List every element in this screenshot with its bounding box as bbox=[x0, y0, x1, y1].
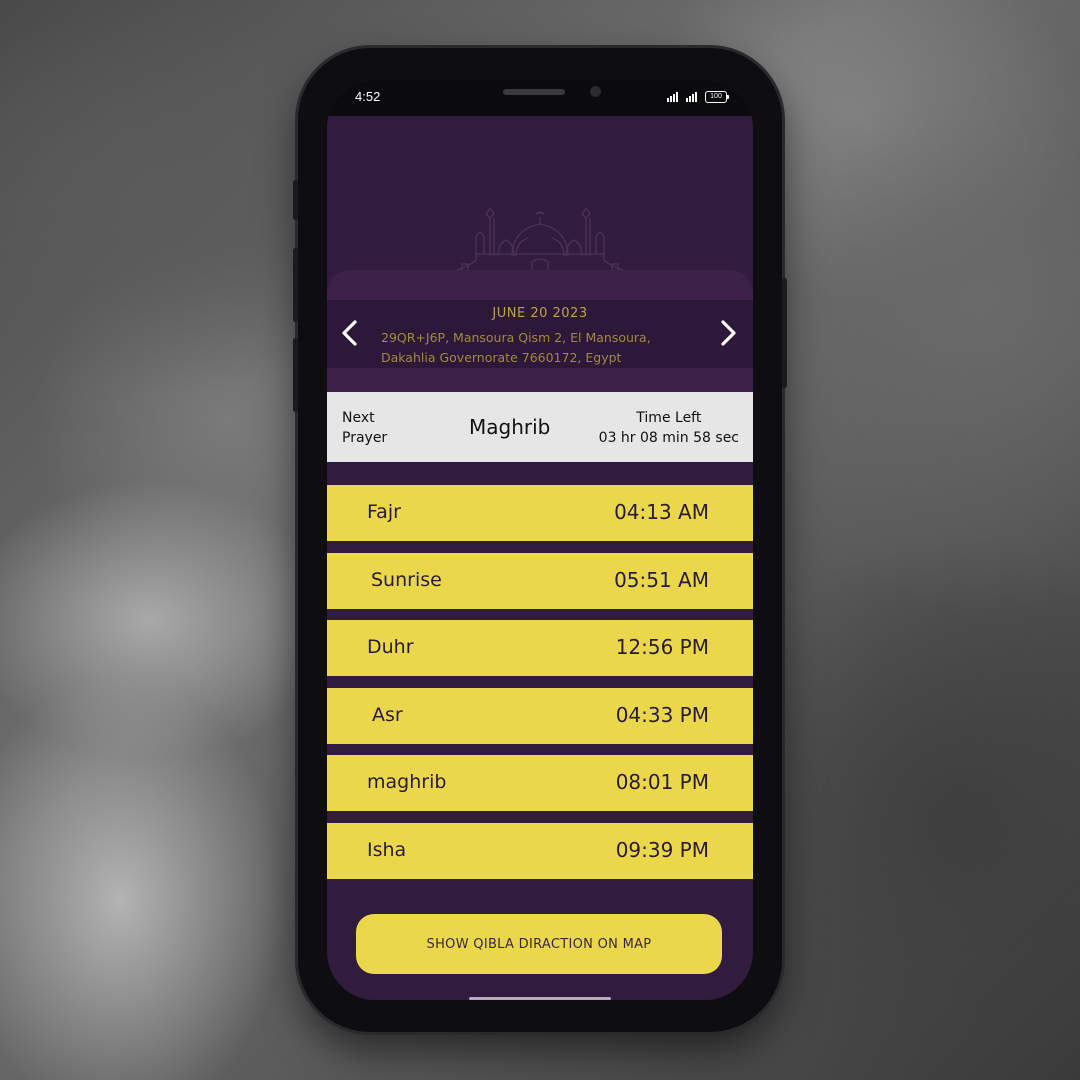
next-prayer-label: Next Prayer bbox=[342, 408, 387, 448]
mosque-icon bbox=[432, 206, 648, 275]
time-left-label: Time Left bbox=[636, 410, 702, 426]
prayer-time: 04:33 PM bbox=[615, 702, 709, 727]
prayer-name: Fajr bbox=[367, 501, 401, 523]
prayer-time: 09:39 PM bbox=[615, 837, 709, 862]
prayer-row-asr[interactable]: Asr 04:33 PM bbox=[327, 687, 753, 744]
hero-header bbox=[327, 116, 753, 276]
show-qibla-button[interactable]: SHOW QIBLA DIRACTION ON MAP bbox=[356, 914, 722, 974]
address-line-1: 29QR+J6P, Mansoura Qism 2, El Mansoura, bbox=[381, 330, 651, 345]
address-line-2: Dakahlia Governorate 7660172, Egypt bbox=[381, 350, 622, 365]
time-left: Time Left 03 hr 08 min 58 sec bbox=[599, 408, 739, 448]
app-screen: 4:52 100 JUNE 20 2023 29QR+J6P, Mansoura… bbox=[327, 80, 753, 1000]
mute-switch bbox=[293, 180, 298, 220]
speaker-grille bbox=[503, 89, 565, 95]
date-label: JUNE 20 2023 bbox=[492, 306, 588, 321]
prayer-name: Duhr bbox=[367, 636, 414, 659]
prayer-name: maghrib bbox=[367, 771, 447, 794]
prayer-name: Sunrise bbox=[371, 568, 442, 591]
next-prayer-name: Maghrib bbox=[469, 415, 551, 439]
chevron-right-icon[interactable] bbox=[715, 318, 741, 348]
prayer-row-fajr[interactable]: Fajr 04:13 AM bbox=[327, 485, 753, 541]
battery-icon: 100 bbox=[705, 91, 729, 103]
prayer-time: 12:56 PM bbox=[615, 635, 709, 660]
prayer-times-list: Fajr 04:13 AM Sunrise 05:51 AM Duhr 12:5… bbox=[327, 485, 753, 891]
next-prayer-banner: Next Prayer Maghrib Time Left 03 hr 08 m… bbox=[327, 392, 753, 462]
prayer-row-maghrib[interactable]: maghrib 08:01 PM bbox=[327, 755, 753, 812]
location-panel: JUNE 20 2023 29QR+J6P, Mansoura Qism 2, … bbox=[327, 270, 753, 392]
front-camera bbox=[590, 86, 601, 97]
status-icons: 100 bbox=[667, 90, 729, 104]
prayer-time: 08:01 PM bbox=[615, 770, 709, 795]
status-bar: 4:52 100 bbox=[327, 80, 753, 116]
prayer-row-duhr[interactable]: Duhr 12:56 PM bbox=[327, 620, 753, 677]
home-indicator[interactable] bbox=[469, 997, 611, 1000]
signal-icon-secondary bbox=[686, 92, 697, 102]
signal-icon bbox=[667, 92, 678, 102]
power-button bbox=[782, 278, 787, 388]
chevron-left-icon[interactable] bbox=[337, 318, 363, 348]
prayer-time: 04:13 AM bbox=[614, 500, 709, 524]
prayer-name: Asr bbox=[372, 703, 403, 726]
prayer-row-isha[interactable]: Isha 09:39 PM bbox=[327, 822, 753, 879]
volume-down-button bbox=[293, 338, 298, 412]
notch bbox=[415, 80, 663, 112]
time-left-value: 03 hr 08 min 58 sec bbox=[598, 430, 739, 446]
address-text: 29QR+J6P, Mansoura Qism 2, El Mansoura, … bbox=[381, 328, 701, 368]
prayer-time: 05:51 AM bbox=[614, 567, 709, 592]
prayer-name: Isha bbox=[367, 838, 407, 861]
prayer-row-sunrise[interactable]: Sunrise 05:51 AM bbox=[327, 552, 753, 609]
volume-up-button bbox=[293, 248, 298, 322]
status-time: 4:52 bbox=[355, 89, 381, 104]
next-prayer-label-line-1: Next bbox=[342, 410, 375, 426]
phone-frame: 4:52 100 JUNE 20 2023 29QR+J6P, Mansoura… bbox=[293, 48, 787, 1032]
next-prayer-label-line-2: Prayer bbox=[342, 430, 388, 446]
